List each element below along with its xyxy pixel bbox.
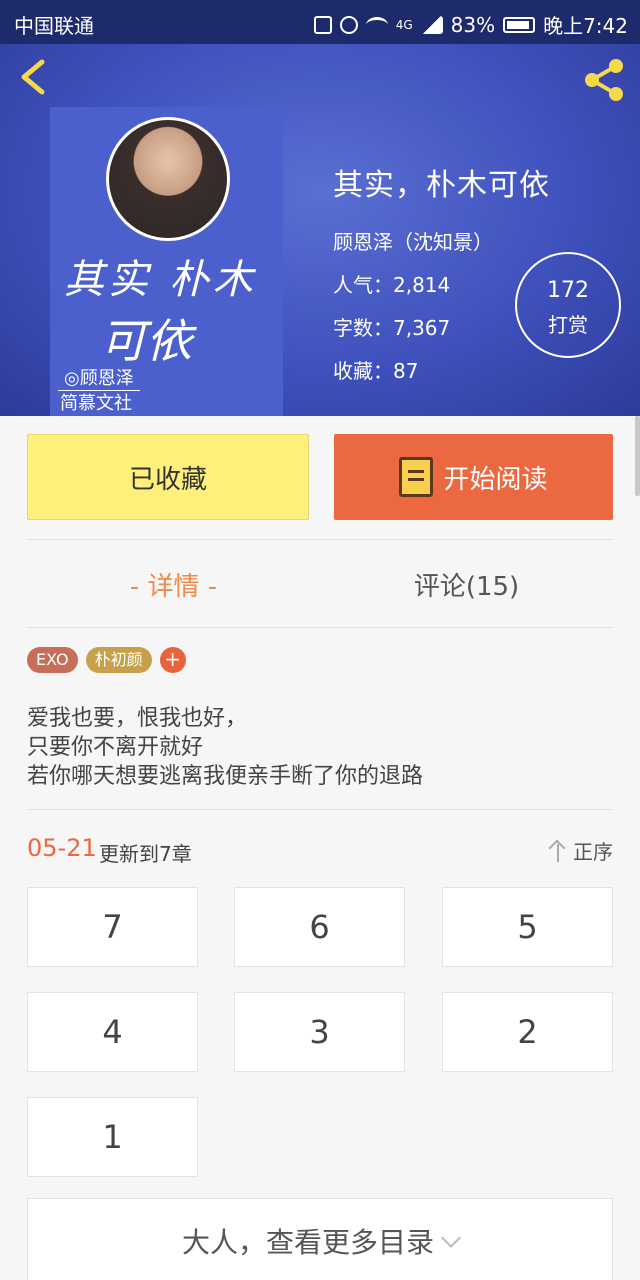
tab-comments[interactable]: 评论(15): [320, 566, 613, 603]
battery-icon: [503, 16, 536, 33]
divider: [27, 627, 613, 628]
sort-label: 正序: [573, 840, 613, 864]
divider: [27, 809, 613, 810]
alarm-icon: [339, 15, 358, 34]
favorited-button[interactable]: 已收藏: [27, 434, 309, 520]
update-text: 更新到7章: [99, 842, 192, 866]
tab-detail[interactable]: - 详情 -: [27, 566, 320, 603]
chapter-button[interactable]: 4: [27, 992, 198, 1072]
network-type: 4G: [395, 17, 413, 32]
book-header: 其实 朴木 可依 ◎顾恩泽 简慕文社 其实，朴木可依 顾恩泽（沈知景） 人气：2…: [0, 44, 640, 416]
cover-author: ◎顾恩泽: [58, 364, 140, 391]
tag-character[interactable]: 朴初颜: [85, 647, 152, 673]
scrollbar[interactable]: [635, 416, 640, 496]
back-arrow-icon[interactable]: [14, 56, 56, 98]
book-description: 爱我也要，恨我也好， 只要你不离开就好 若你哪天想要逃离我便亲手断了你的退路: [27, 704, 423, 791]
signal-icon: [420, 15, 443, 34]
status-bar: 中国联通 4G 83% 晚上7:42: [0, 0, 640, 44]
favorites-stat: 收藏：87: [333, 359, 419, 383]
description-line: 爱我也要，恨我也好，: [27, 706, 248, 731]
vibrate-icon: [313, 15, 332, 34]
tip-count: 172: [547, 278, 589, 303]
more-chapters-label: 大人，查看更多目录: [181, 1226, 434, 1259]
tip-button[interactable]: 172 打赏: [515, 252, 621, 358]
chevron-down-icon: [441, 1228, 461, 1248]
share-icon[interactable]: [580, 56, 628, 104]
battery-percent: 83%: [450, 12, 496, 37]
description-line: 若你哪天想要逃离我便亲手断了你的退路: [27, 764, 424, 789]
clock: 晚上7:42: [543, 14, 628, 38]
book-title: 其实，朴木可依: [333, 168, 550, 203]
chapter-button[interactable]: 7: [27, 887, 198, 967]
sort-arrow-icon: [549, 840, 567, 862]
chapter-button[interactable]: 2: [442, 992, 613, 1072]
book-author[interactable]: 顾恩泽（沈知景）: [333, 226, 550, 255]
chapter-button[interactable]: 3: [234, 992, 405, 1072]
cover-publisher: 简慕文社: [60, 393, 132, 414]
book-icon: [399, 457, 434, 497]
cover-portrait: [106, 117, 230, 241]
update-date: 05-21: [27, 834, 97, 862]
start-reading-button[interactable]: 开始阅读: [334, 434, 613, 520]
book-cover[interactable]: 其实 朴木 可依 ◎顾恩泽 简慕文社: [50, 107, 283, 416]
start-reading-label: 开始阅读: [443, 464, 548, 495]
tip-label: 打赏: [548, 313, 588, 337]
cover-title: 其实 朴木 可依: [64, 257, 257, 368]
description-line: 只要你不离开就好: [27, 735, 204, 760]
favorited-label: 已收藏: [128, 464, 207, 495]
chapter-button[interactable]: 5: [442, 887, 613, 967]
status-icons: 4G 83% 晚上7:42: [313, 10, 628, 39]
add-tag-button[interactable]: +: [159, 647, 186, 673]
sort-order-button[interactable]: 正序: [549, 836, 613, 865]
wifi-icon: [365, 16, 388, 33]
chapter-button[interactable]: 1: [27, 1097, 198, 1177]
more-chapters-button[interactable]: 大人，查看更多目录: [27, 1198, 613, 1280]
chapter-button[interactable]: 6: [234, 887, 405, 967]
divider: [27, 539, 613, 540]
carrier-name: 中国联通: [14, 14, 94, 38]
tag-list: EXO 朴初颜 +: [27, 647, 186, 673]
tag-exo[interactable]: EXO: [27, 647, 78, 673]
book-info: 其实，朴木可依 顾恩泽（沈知景） 人气：2,814 字数：7,367 收藏：87: [333, 160, 550, 384]
